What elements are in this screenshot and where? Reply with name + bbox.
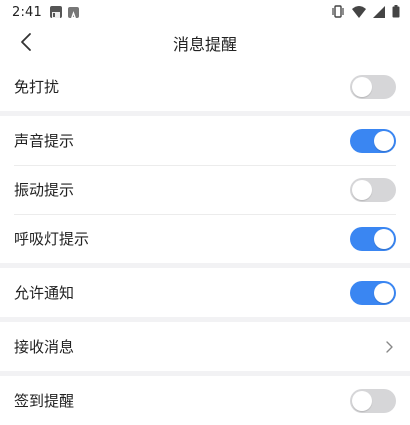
- breathing-light-toggle[interactable]: [350, 226, 396, 251]
- settings-group-checkin: 签到提醒: [0, 376, 410, 425]
- toggle-knob: [352, 179, 372, 200]
- setting-label: 声音提示: [14, 132, 75, 150]
- toggle-knob: [374, 228, 394, 249]
- vibrate-icon: [331, 3, 345, 22]
- back-button[interactable]: [14, 30, 38, 54]
- chevron-right-icon: [386, 340, 393, 353]
- nav-header: 消息提醒: [0, 24, 410, 62]
- toggle-knob: [374, 130, 394, 151]
- setting-label: 接收消息: [14, 338, 75, 356]
- setting-label: 签到提醒: [14, 392, 75, 410]
- page-title: 消息提醒: [172, 35, 237, 54]
- setting-label: 振动提示: [14, 181, 75, 199]
- vibration-toggle[interactable]: [350, 177, 396, 202]
- settings-group-dnd: 免打扰: [0, 62, 410, 111]
- toggle-knob: [352, 390, 372, 411]
- toggle-knob: [374, 282, 394, 303]
- settings-group-receive: 接收消息: [0, 322, 410, 371]
- sound-toggle[interactable]: [350, 128, 396, 153]
- settings-group-alerts: 声音提示 振动提示 呼吸灯提示: [0, 116, 410, 263]
- allow-notifications-toggle[interactable]: [350, 280, 396, 305]
- setting-row-do-not-disturb: 免打扰: [0, 62, 410, 111]
- wifi-icon: [352, 3, 366, 22]
- checkin-reminder-toggle[interactable]: [350, 388, 396, 413]
- battery-icon: [392, 3, 400, 22]
- setting-row-sound: 声音提示: [0, 116, 410, 165]
- setting-row-breathing-light: 呼吸灯提示: [0, 214, 410, 263]
- setting-label: 允许通知: [14, 284, 75, 302]
- setting-label: 呼吸灯提示: [14, 230, 90, 248]
- setting-row-vibration: 振动提示: [0, 165, 410, 214]
- toggle-knob: [352, 76, 372, 97]
- a-badge-icon: [68, 6, 79, 20]
- settings-group-notifications: 允许通知: [0, 268, 410, 317]
- setting-label: 免打扰: [14, 78, 60, 96]
- status-bar: 2:41: [0, 0, 410, 24]
- app-notification-icon: [50, 6, 62, 18]
- setting-row-receive-messages[interactable]: 接收消息: [0, 322, 410, 371]
- status-time: 2:41: [12, 4, 42, 20]
- signal-icon: [373, 3, 385, 22]
- setting-row-checkin-reminder: 签到提醒: [0, 376, 410, 425]
- chevron-left-icon: [21, 33, 31, 51]
- setting-row-allow-notifications: 允许通知: [0, 268, 410, 317]
- do-not-disturb-toggle[interactable]: [350, 74, 396, 99]
